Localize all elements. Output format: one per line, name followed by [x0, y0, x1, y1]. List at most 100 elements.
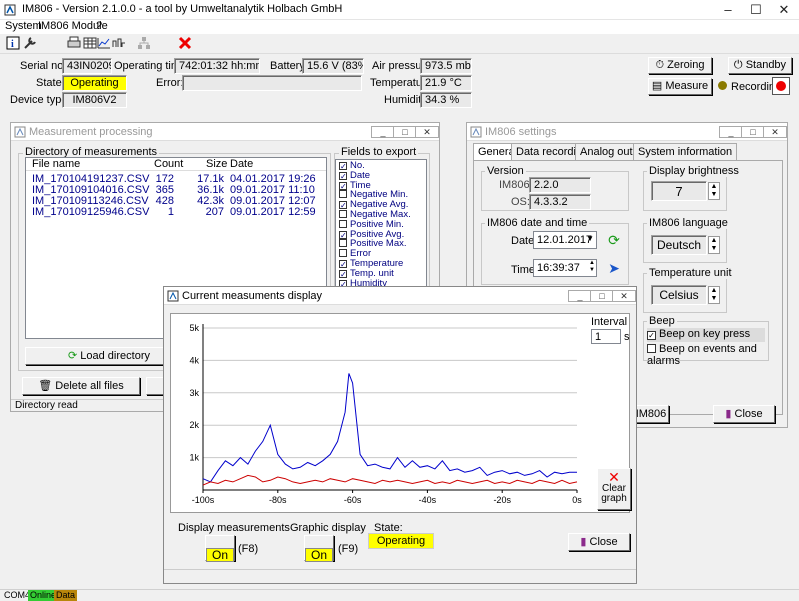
minimize-icon[interactable]: _ — [719, 126, 743, 138]
measure-button[interactable]: ▤ Measure — [648, 78, 712, 95]
operating-time-field: 742:01:32 hh:mm:ss — [174, 58, 260, 74]
print-icon[interactable] — [66, 35, 82, 51]
close-icon[interactable]: ✕ — [612, 290, 636, 302]
table-row[interactable]: IM_170104191237.CSV 172 17.1k 04.01.2017… — [26, 173, 326, 185]
refresh-icon: ⟳ — [608, 232, 620, 248]
version-group-title: Version — [485, 165, 526, 177]
down-icon[interactable]: ▼ — [711, 295, 718, 302]
brightness-spinner[interactable]: ▲ ▼ — [708, 182, 720, 200]
sync-date-button[interactable]: ⟳ — [605, 231, 623, 249]
temp-unit-group-title: Temperature unit — [647, 267, 734, 279]
standby-button[interactable]: ⏻ Standby — [728, 57, 792, 74]
display-measurements-toggle[interactable]: On — [205, 535, 235, 562]
signal-icon[interactable] — [111, 35, 127, 51]
settings-close-button[interactable]: ▮ Close — [713, 405, 775, 423]
info-icon[interactable]: i — [5, 35, 21, 51]
checkbox-checked-icon: ✓ — [339, 181, 347, 191]
checkbox-unchecked-icon — [339, 190, 347, 199]
tab-system-information[interactable]: System information — [633, 143, 738, 161]
table-row[interactable]: IM_170109113246.CSV 428 42.3k 09.01.2017… — [26, 195, 326, 207]
interval-input[interactable]: 1 — [591, 329, 621, 344]
im806-button[interactable]: IM806 — [633, 405, 669, 423]
graphic-display-shortcut: (F9) — [338, 543, 359, 555]
door-icon: ▮ — [725, 408, 732, 420]
network-icon[interactable] — [136, 35, 152, 51]
os-version-field: 4.3.3.2 — [529, 194, 591, 210]
y-tick-label: 4k — [189, 355, 199, 365]
set-time-button[interactable]: ➤ — [605, 259, 623, 277]
up-icon[interactable]: ▲ — [711, 237, 718, 244]
temp-unit-field: Celsius — [651, 285, 707, 305]
language-spinner[interactable]: ▲ ▼ — [708, 236, 720, 254]
display-measurements-label: Display measurements — [178, 522, 290, 534]
clear-graph-button[interactable]: ✕ Clear graph — [597, 468, 631, 510]
checkbox-checked-icon: ✓ — [339, 201, 347, 211]
spin-icon[interactable]: ▲ ▼ — [589, 260, 595, 274]
menu-help[interactable]: ? — [96, 20, 102, 32]
settings-tabs: General Data recording Analog output Sys… — [473, 143, 783, 161]
column-count[interactable]: Count — [154, 158, 183, 170]
datetime-group-title: IM806 date and time — [485, 217, 590, 229]
checkbox-checked-icon: ✓ — [339, 230, 347, 240]
series-line-blue — [202, 373, 577, 483]
column-file-name[interactable]: File name — [32, 158, 80, 170]
app-title: IM806 - Version 2.1.0.0 - a tool by Umwe… — [22, 3, 343, 15]
fields-list[interactable]: ✓ No. ✓ Date ✓ Time Negative Min. ✓ Negative Avg… — [335, 159, 427, 291]
minimize-icon[interactable]: _ — [371, 126, 395, 138]
menu-system[interactable]: System — [5, 20, 42, 32]
graph-close-button[interactable]: ▮ Close — [568, 533, 630, 551]
beep-on-key-checkbox[interactable]: ✓ Beep on key press — [647, 328, 765, 342]
series-line-red — [202, 474, 578, 486]
restore-icon[interactable]: □ — [590, 290, 614, 302]
table-row[interactable]: IM_170109125946.CSV 1 207 09.01.2017 12:… — [26, 206, 326, 218]
down-icon[interactable]: ▼ — [711, 191, 718, 198]
time-input[interactable]: 16:39:37 ▲ ▼ — [533, 259, 597, 277]
interval-unit: s — [624, 331, 630, 343]
graphic-display-toggle[interactable]: On — [304, 535, 334, 562]
interval-value: 1 — [595, 331, 602, 343]
wrench-icon[interactable] — [22, 35, 38, 51]
beep-on-events-checkbox[interactable]: Beep on events and alarms — [647, 343, 767, 367]
error-field — [182, 75, 362, 91]
down-icon[interactable]: ▼ — [711, 245, 718, 252]
arrow-right-icon: ➤ — [608, 260, 620, 276]
humidity-field: 34.3 % — [420, 92, 472, 108]
column-size[interactable]: Size — [206, 158, 227, 170]
maximize-icon[interactable]: ☐ — [742, 0, 770, 20]
up-icon[interactable]: ▲ — [711, 287, 718, 294]
recording-led-icon — [718, 81, 727, 90]
date-picker[interactable]: 12.01.2017 ▼ — [533, 231, 597, 249]
close-icon[interactable]: ✕ — [763, 126, 787, 138]
graph-close-label: Close — [589, 536, 618, 548]
record-button[interactable] — [772, 77, 790, 95]
restore-icon[interactable]: □ — [393, 126, 417, 138]
settings-window-title: IM806 settings — [485, 126, 557, 138]
delete-icon[interactable] — [177, 35, 193, 51]
delete-all-files-button[interactable]: 🗑 Delete all files — [22, 377, 140, 395]
temp-unit-spinner[interactable]: ▲ ▼ — [708, 286, 720, 304]
chart-icon[interactable] — [96, 35, 112, 51]
state-label: State: — [36, 77, 65, 89]
graphic-display-state: On — [305, 548, 333, 562]
up-icon[interactable]: ▲ — [711, 183, 718, 190]
close-icon[interactable]: ✕ — [770, 0, 798, 20]
power-icon: ⏻ — [733, 59, 743, 71]
air-pressure-field: 973.5 mbar — [420, 58, 472, 74]
table-header: File name Count Size Date — [26, 158, 326, 171]
settings-window-titlebar: IM806 settings _ □ ✕ — [467, 123, 787, 141]
column-date[interactable]: Date — [230, 158, 253, 170]
door-icon: ▮ — [580, 536, 587, 548]
restore-icon[interactable]: □ — [741, 126, 765, 138]
settings-close-label: Close — [734, 408, 763, 420]
table-row[interactable]: IM_170109104016.CSV 365 36.1k 09.01.2017… — [26, 184, 326, 196]
cell-date: 09.01.2017 12:59 — [230, 206, 316, 218]
minimize-icon[interactable]: – — [714, 0, 742, 20]
dropdown-arrow-icon[interactable]: ▼ — [586, 234, 594, 243]
graph-state-field: Operating — [368, 533, 434, 549]
measurement-status-text: Directory read — [15, 400, 78, 411]
minimize-icon[interactable]: _ — [568, 290, 592, 302]
x-tick-label: -60s — [344, 495, 362, 505]
zeroing-button[interactable]: ⏱ Zeroing — [648, 57, 712, 74]
close-icon[interactable]: ✕ — [415, 126, 439, 138]
checkbox-checked-icon: ✓ — [339, 260, 347, 269]
